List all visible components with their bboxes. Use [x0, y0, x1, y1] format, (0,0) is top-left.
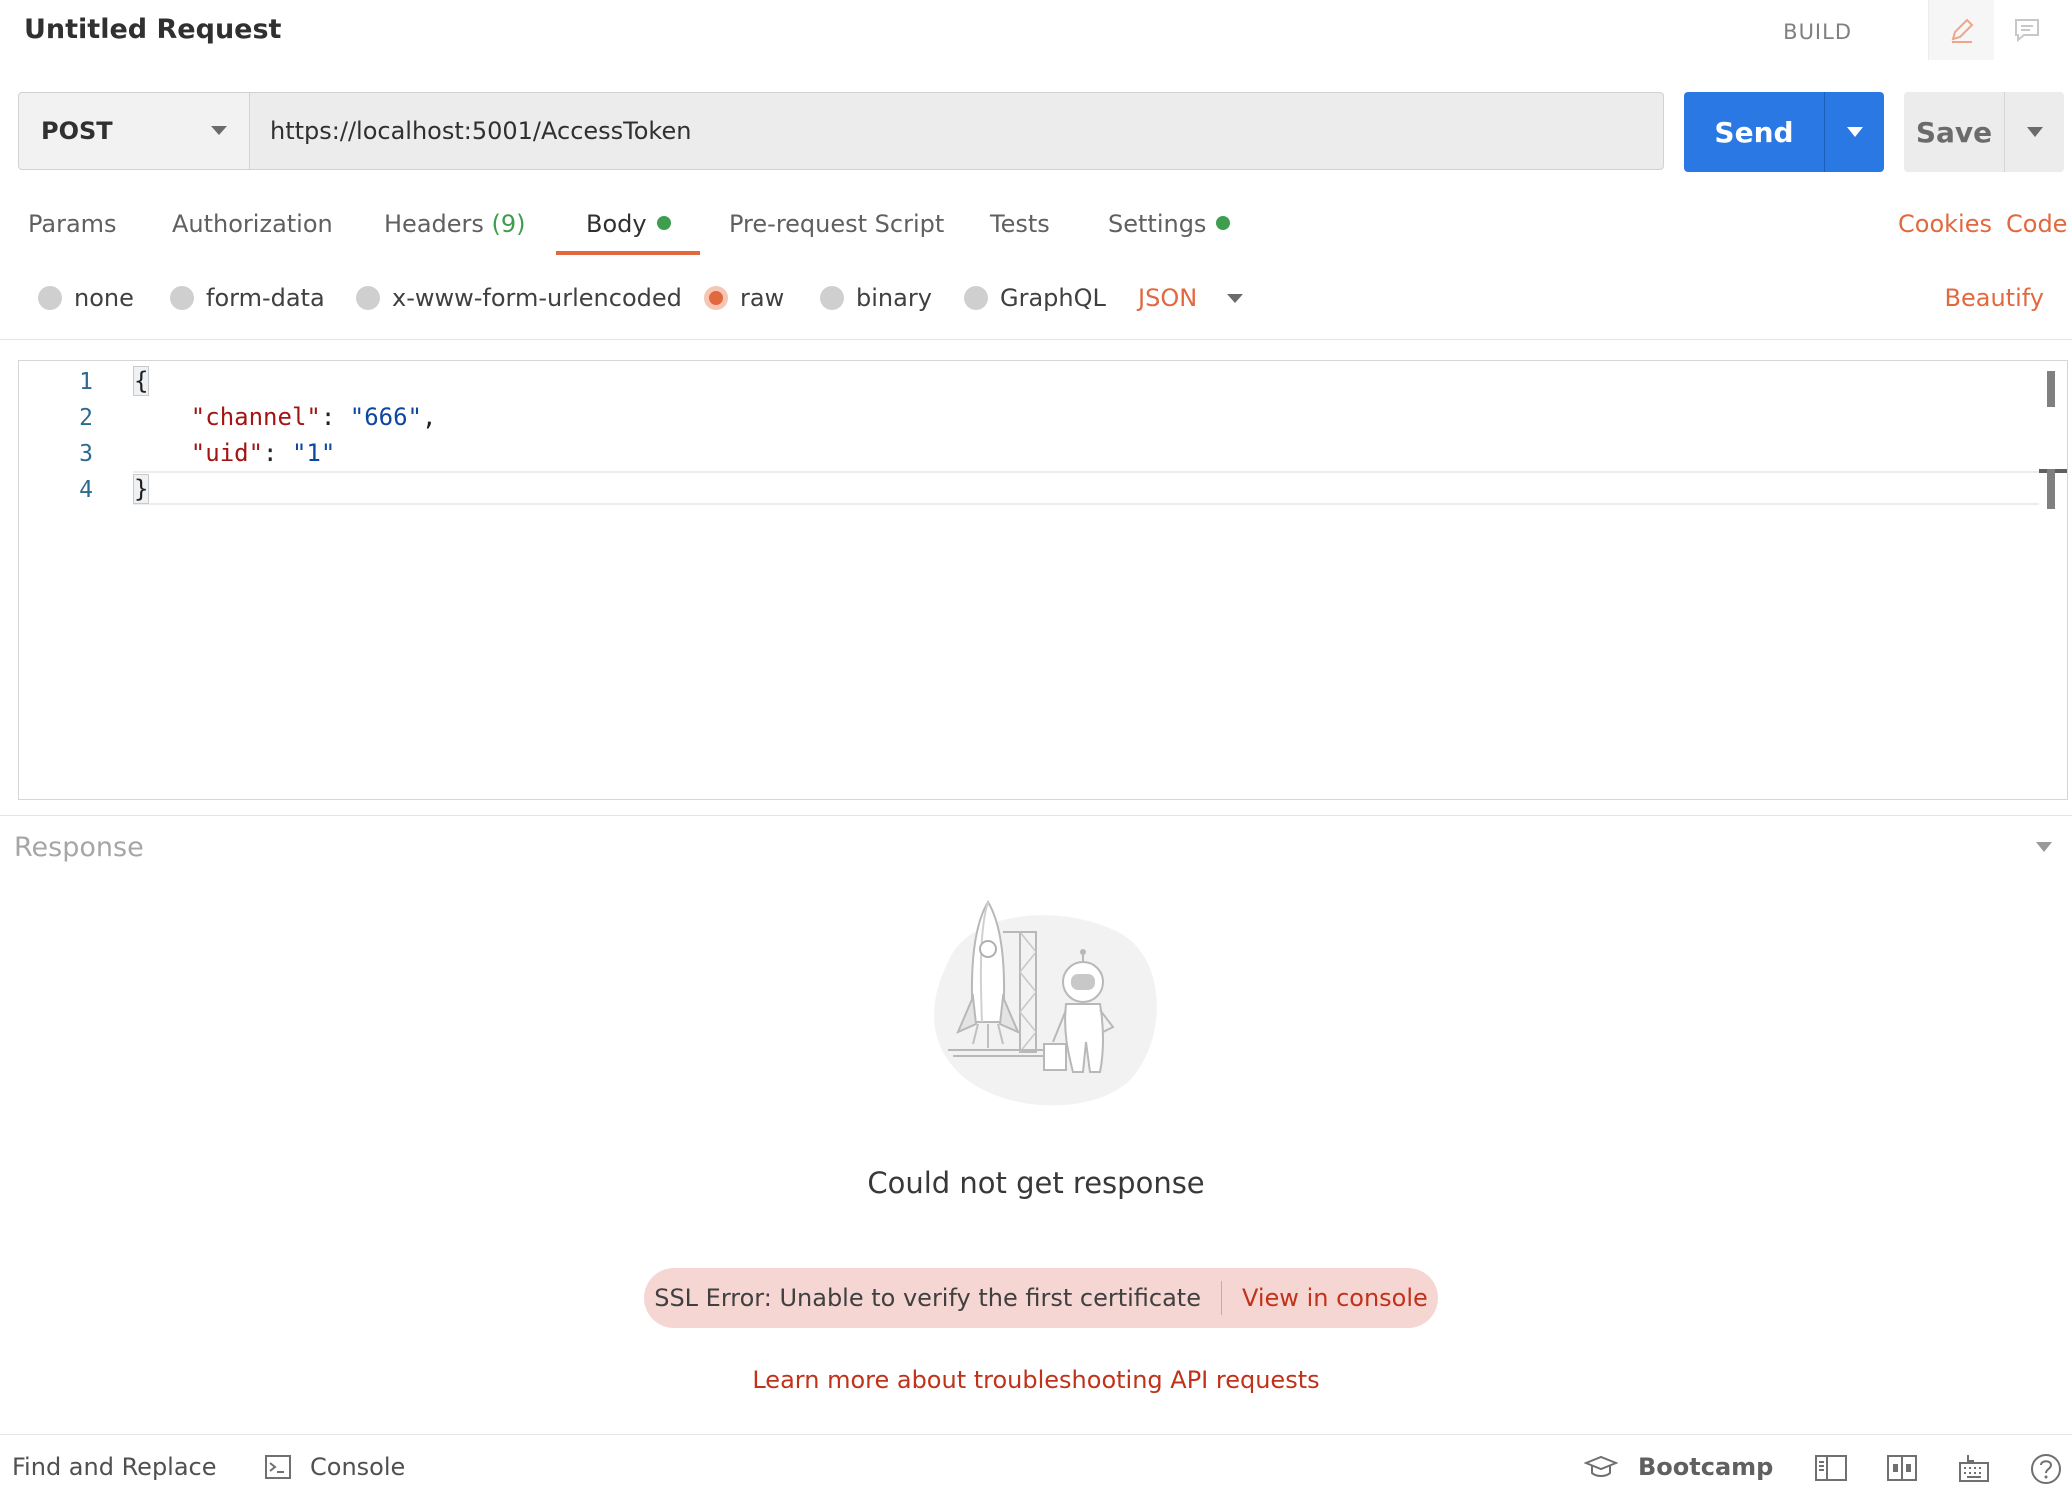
chevron-down-icon — [211, 126, 227, 135]
json-key: "uid" — [190, 439, 264, 467]
body-type-urlencoded-label: x-www-form-urlencoded — [392, 284, 682, 312]
comments-button[interactable] — [1994, 0, 2060, 60]
chevron-down-icon — [1846, 127, 1863, 137]
help-icon — [2031, 1454, 2061, 1484]
tab-params[interactable]: Params — [28, 210, 117, 238]
scrollbar-thumb[interactable] — [2047, 371, 2055, 407]
pencil-icon — [1951, 18, 1973, 43]
tab-settings[interactable]: Settings — [1108, 210, 1231, 238]
body-type-none[interactable]: none — [38, 284, 134, 312]
cookies-link[interactable]: Cookies — [1898, 210, 1992, 238]
tab-tests[interactable]: Tests — [990, 210, 1050, 238]
url-input[interactable] — [249, 92, 1664, 170]
body-editor[interactable]: 1 2 3 4 { "channel": "666", "uid": "1" } — [18, 360, 2068, 800]
response-heading: Response — [14, 832, 144, 863]
radio-icon — [820, 286, 844, 310]
chevron-down-icon — [2026, 127, 2043, 137]
console-button[interactable]: Console — [264, 1453, 405, 1481]
tab-body-label: Body — [586, 210, 647, 238]
active-line-highlight — [133, 471, 2039, 505]
chevron-down-icon[interactable] — [2036, 842, 2052, 852]
body-type-raw[interactable]: raw — [704, 284, 784, 312]
body-type-none-label: none — [74, 284, 134, 312]
save-button[interactable]: Save — [1904, 92, 2004, 172]
tab-headers-label: Headers — [384, 210, 484, 238]
headers-count-badge: (9) — [491, 210, 526, 238]
status-dot-icon — [656, 216, 671, 230]
bootcamp-button[interactable]: Bootcamp — [1584, 1453, 1773, 1481]
json-key: "channel" — [190, 403, 321, 431]
beautify-link[interactable]: Beautify — [1945, 284, 2044, 312]
body-type-form-data-label: form-data — [206, 284, 325, 312]
line-number: 1 — [79, 369, 93, 395]
save-options-button[interactable] — [2004, 92, 2064, 172]
radio-icon — [170, 286, 194, 310]
code-line: } — [133, 474, 150, 504]
help-button[interactable] — [2030, 1453, 2062, 1485]
body-type-graphql-label: GraphQL — [1000, 284, 1106, 312]
edit-button[interactable] — [1928, 0, 1994, 60]
format-select[interactable]: JSON — [1138, 284, 1244, 312]
body-type-raw-label: raw — [740, 284, 785, 312]
bootcamp-label: Bootcamp — [1638, 1453, 1774, 1481]
console-icon — [265, 1455, 291, 1479]
body-type-graphql[interactable]: GraphQL — [964, 284, 1106, 312]
rocket-illustration — [934, 900, 1157, 1106]
chevron-down-icon — [1227, 293, 1244, 303]
json-value: "1" — [291, 439, 336, 467]
status-dot-icon — [1216, 216, 1231, 230]
toggle-sidebar-button[interactable] — [1814, 1453, 1848, 1483]
send-button[interactable]: Send — [1684, 92, 1824, 172]
open-brace: { — [133, 366, 150, 396]
divider — [0, 339, 2072, 340]
method-label: POST — [41, 117, 113, 145]
scrollbar-marker — [2047, 469, 2055, 509]
code-link[interactable]: Code — [2006, 210, 2067, 238]
response-message: Could not get response — [867, 1166, 1205, 1200]
troubleshooting-link[interactable]: Learn more about troubleshooting API req… — [0, 1366, 2072, 1394]
keyboard-icon — [1959, 1455, 1989, 1482]
radio-icon — [38, 286, 62, 310]
json-value: "666" — [349, 403, 422, 431]
tab-authorization[interactable]: Authorization — [172, 210, 333, 238]
console-label: Console — [310, 1453, 406, 1481]
find-and-replace-button[interactable]: Find and Replace — [12, 1453, 217, 1481]
close-brace: } — [133, 474, 150, 504]
tab-settings-label: Settings — [1108, 210, 1207, 238]
divider — [0, 815, 2072, 816]
build-mode-label[interactable]: BUILD — [1783, 20, 1852, 44]
graduation-cap-icon — [1584, 1455, 1618, 1477]
tab-headers[interactable]: Headers (9) — [384, 210, 526, 238]
radio-icon — [356, 286, 380, 310]
line-number: 2 — [79, 405, 93, 431]
divider — [0, 1434, 2072, 1435]
two-pane-view-button[interactable] — [1886, 1453, 1918, 1483]
active-tab-indicator — [556, 251, 700, 255]
comment-icon — [2015, 19, 2039, 43]
code-line: "channel": "666", — [190, 403, 437, 431]
method-select[interactable]: POST — [18, 92, 250, 170]
two-pane-icon — [1887, 1455, 1917, 1481]
error-banner: SSL Error: Unable to verify the first ce… — [644, 1268, 1438, 1328]
body-type-form-data[interactable]: form-data — [170, 284, 325, 312]
code-line: { — [133, 366, 150, 396]
error-text: SSL Error: Unable to verify the first ce… — [654, 1284, 1201, 1312]
format-label: JSON — [1138, 284, 1198, 312]
tab-pre-request-script[interactable]: Pre-request Script — [729, 210, 944, 238]
code-line: "uid": "1" — [190, 439, 336, 467]
line-number: 3 — [79, 441, 93, 467]
divider — [1220, 1281, 1222, 1315]
body-type-urlencoded[interactable]: x-www-form-urlencoded — [356, 284, 682, 312]
radio-icon — [964, 286, 988, 310]
view-in-console-link[interactable]: View in console — [1242, 1284, 1428, 1312]
sidebar-layout-icon — [1815, 1455, 1847, 1481]
keyboard-shortcuts-button[interactable] — [1958, 1453, 1990, 1485]
body-type-binary-label: binary — [856, 284, 932, 312]
send-options-button[interactable] — [1824, 92, 1884, 172]
line-number: 4 — [79, 477, 93, 503]
radio-selected-icon — [704, 286, 728, 310]
body-type-binary[interactable]: binary — [820, 284, 932, 312]
request-title[interactable]: Untitled Request — [24, 14, 281, 45]
tab-body[interactable]: Body — [586, 210, 671, 238]
